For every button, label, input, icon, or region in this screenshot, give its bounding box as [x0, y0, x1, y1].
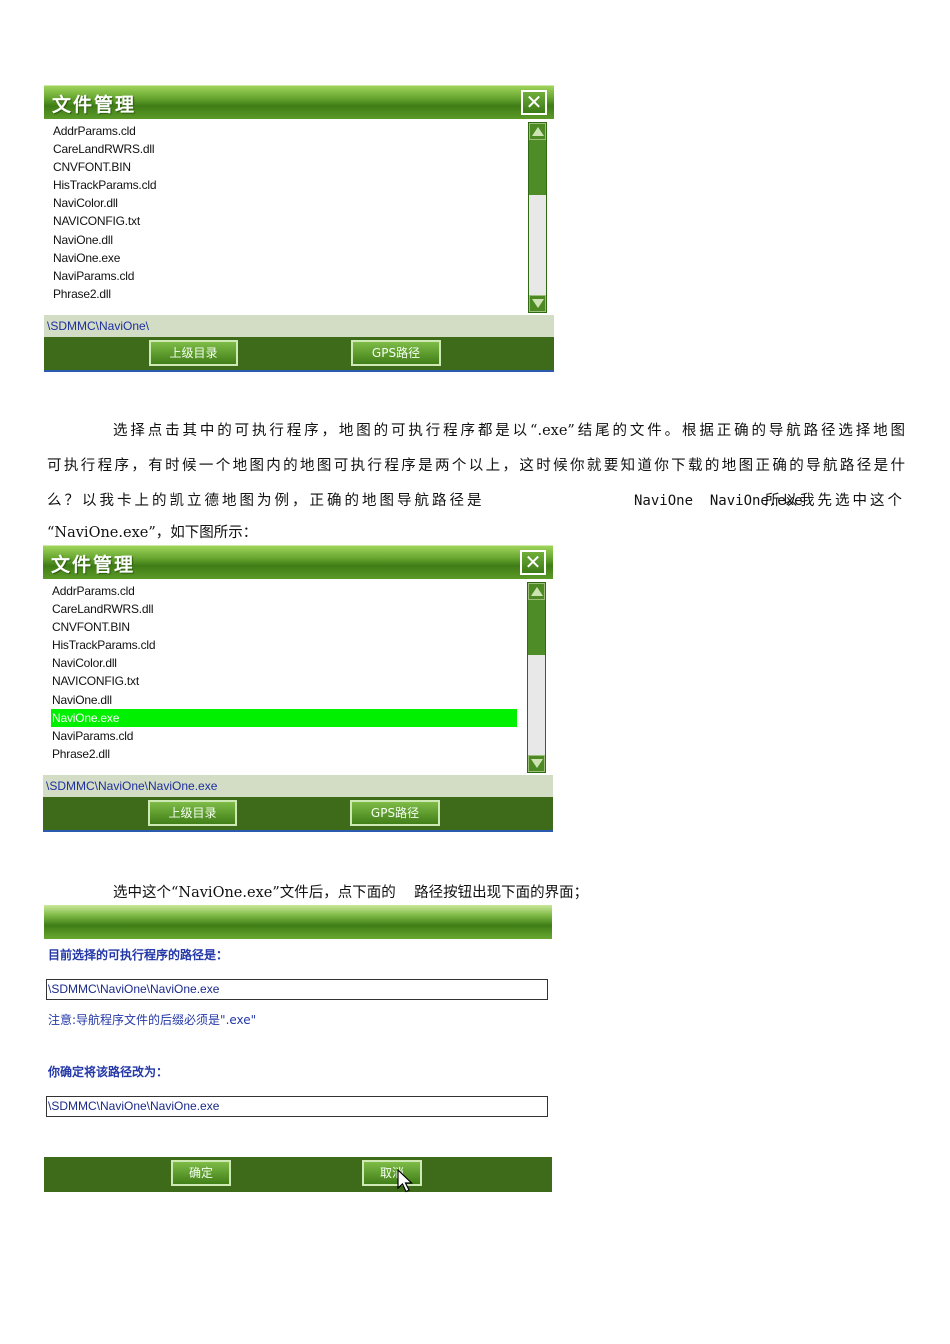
- parent-directory-button[interactable]: 上级目录: [149, 340, 238, 366]
- list-item[interactable]: CNVFONT.BIN: [52, 158, 518, 176]
- suffix-note: 注意:导航程序文件的后缀必须是".exe": [48, 1013, 257, 1027]
- arrow-up-icon: [531, 587, 543, 596]
- scrollbar[interactable]: [528, 122, 547, 313]
- list-item[interactable]: CareLandRWRS.dll: [52, 140, 518, 158]
- paragraph-line: 可执行程序，有时候一个地图内的地图可执行程序是两个以上，这时候你就要知道你下载的…: [47, 458, 905, 474]
- window-title: 文件管理: [52, 94, 137, 116]
- current-path: \SDMMC\NaviOne\: [44, 315, 554, 337]
- close-icon: ✕: [524, 550, 542, 574]
- arrow-up-icon: [532, 127, 544, 136]
- file-list: AddrParams.cld CareLandRWRS.dll CNVFONT.…: [43, 579, 521, 775]
- header-bar: [44, 905, 552, 939]
- paragraph-line: 么？以我卡上的凯立德地图为例，正确的地图导航路径是 NaviOne NaviOn…: [47, 484, 905, 519]
- button-bar: 上级目录 GPS路径: [44, 337, 554, 372]
- scroll-thumb[interactable]: [528, 600, 545, 655]
- list-item[interactable]: NaviParams.cld: [52, 267, 518, 285]
- list-item[interactable]: CareLandRWRS.dll: [51, 600, 517, 618]
- scroll-down-button[interactable]: [528, 755, 545, 772]
- close-icon: ✕: [525, 90, 543, 114]
- list-item[interactable]: NaviOne.exe: [52, 249, 518, 267]
- list-item[interactable]: AddrParams.cld: [51, 582, 517, 600]
- scrollbar[interactable]: [527, 582, 546, 773]
- button-bar: 上级目录 GPS路径: [43, 797, 553, 832]
- scroll-thumb[interactable]: [529, 140, 546, 195]
- list-item[interactable]: HisTrackParams.cld: [52, 176, 518, 194]
- file-manager-window-2: 文件管理 ✕ AddrParams.cld CareLandRWRS.dll C…: [43, 545, 553, 833]
- arrow-down-icon: [532, 299, 544, 308]
- list-item[interactable]: AddrParams.cld: [52, 122, 518, 140]
- confirm-path-label: 你确定将该路径改为：: [48, 1065, 169, 1079]
- file-manager-window-1: 文件管理 ✕ AddrParams.cld CareLandRWRS.dll C…: [44, 85, 554, 372]
- confirm-button[interactable]: 确定: [171, 1160, 231, 1186]
- gps-path-button[interactable]: GPS路径: [350, 800, 440, 826]
- scroll-up-button[interactable]: [528, 583, 545, 600]
- close-button[interactable]: ✕: [520, 550, 546, 575]
- current-path-label: 目前选择的可执行程序的路径是：: [48, 948, 229, 962]
- title-bar: 文件管理 ✕: [44, 85, 554, 119]
- mouse-pointer-icon: [397, 1169, 413, 1193]
- list-item[interactable]: CNVFONT.BIN: [51, 618, 517, 636]
- title-bar: 文件管理 ✕: [43, 545, 553, 579]
- path-confirmation-window: 目前选择的可执行程序的路径是： \SDMMC\NaviOne\NaviOne.e…: [44, 905, 552, 1193]
- close-button[interactable]: ✕: [521, 90, 547, 115]
- list-item[interactable]: NaviParams.cld: [51, 727, 517, 745]
- list-item[interactable]: NaviOne.dll: [52, 231, 518, 249]
- list-item[interactable]: NAVICONFIG.txt: [51, 672, 517, 690]
- list-item[interactable]: NAVICONFIG.txt: [52, 212, 518, 230]
- paragraph-line: 选中这个“NaviOne.exe”文件后，点下面的 路径按钮出现下面的界面；: [113, 885, 589, 901]
- button-bar: 确定 取消: [44, 1157, 552, 1193]
- paragraph-line: 选择点击其中的可执行程序，地图的可执行程序都是以“.exe”结尾的文件。根据正确…: [113, 423, 905, 439]
- current-path: \SDMMC\NaviOne\NaviOne.exe: [43, 775, 553, 797]
- parent-directory-button[interactable]: 上级目录: [148, 800, 237, 826]
- new-path-field[interactable]: \SDMMC\NaviOne\NaviOne.exe: [46, 1096, 548, 1117]
- list-item[interactable]: NaviColor.dll: [51, 654, 517, 672]
- paragraph-line: “NaviOne.exe”，如下图所示：: [47, 525, 258, 541]
- list-item-selected[interactable]: NaviOne.exe: [51, 708, 517, 727]
- line-text: 么？以我卡上的凯立德地图为例，正确的地图导航路径是: [47, 493, 485, 509]
- file-list: AddrParams.cld CareLandRWRS.dll CNVFONT.…: [44, 119, 522, 315]
- scroll-up-button[interactable]: [529, 123, 546, 140]
- list-item[interactable]: NaviColor.dll: [52, 194, 518, 212]
- list-item[interactable]: NaviOne.dll: [51, 691, 517, 709]
- arrow-down-icon: [531, 759, 543, 768]
- line-text: 所以我先选中这个: [765, 493, 905, 509]
- gps-path-button[interactable]: GPS路径: [351, 340, 441, 366]
- scroll-down-button[interactable]: [529, 295, 546, 312]
- list-item[interactable]: Phrase2.dll: [51, 745, 517, 763]
- instruction-paragraph-1: 选择点击其中的可执行程序，地图的可执行程序都是以“.exe”结尾的文件。根据正确…: [47, 414, 905, 541]
- current-path-field: \SDMMC\NaviOne\NaviOne.exe: [46, 979, 548, 1000]
- list-item[interactable]: HisTrackParams.cld: [51, 636, 517, 654]
- list-item[interactable]: Phrase2.dll: [52, 285, 518, 303]
- window-title: 文件管理: [51, 554, 136, 576]
